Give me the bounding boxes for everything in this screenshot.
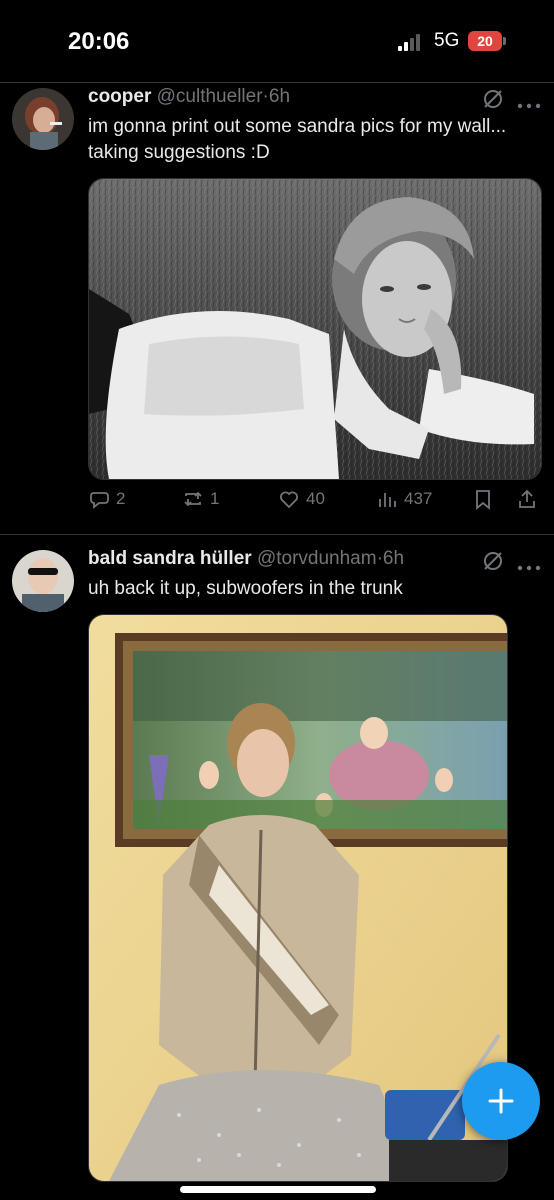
tweet-2[interactable]: bald sandra hüller @torvdunham·6h uh bac…	[0, 0, 554, 1200]
compose-button[interactable]	[462, 1062, 540, 1140]
user-handle[interactable]: @torvdunham	[257, 548, 377, 569]
more-icon[interactable]	[516, 558, 542, 571]
grok-icon[interactable]	[482, 550, 504, 572]
avatar[interactable]	[12, 550, 74, 612]
photo-woman-by-painting	[89, 615, 507, 1181]
tweet-header: bald sandra hüller @torvdunham·6h	[88, 548, 404, 570]
compose-plus-icon	[488, 1088, 514, 1114]
home-indicator[interactable]	[180, 1186, 376, 1193]
tweet-image[interactable]	[88, 614, 508, 1182]
display-name[interactable]: bald sandra hüller	[88, 548, 252, 569]
timestamp[interactable]: 6h	[383, 548, 404, 569]
tweet-text: uh back it up, subwoofers in the trunk	[88, 578, 403, 599]
